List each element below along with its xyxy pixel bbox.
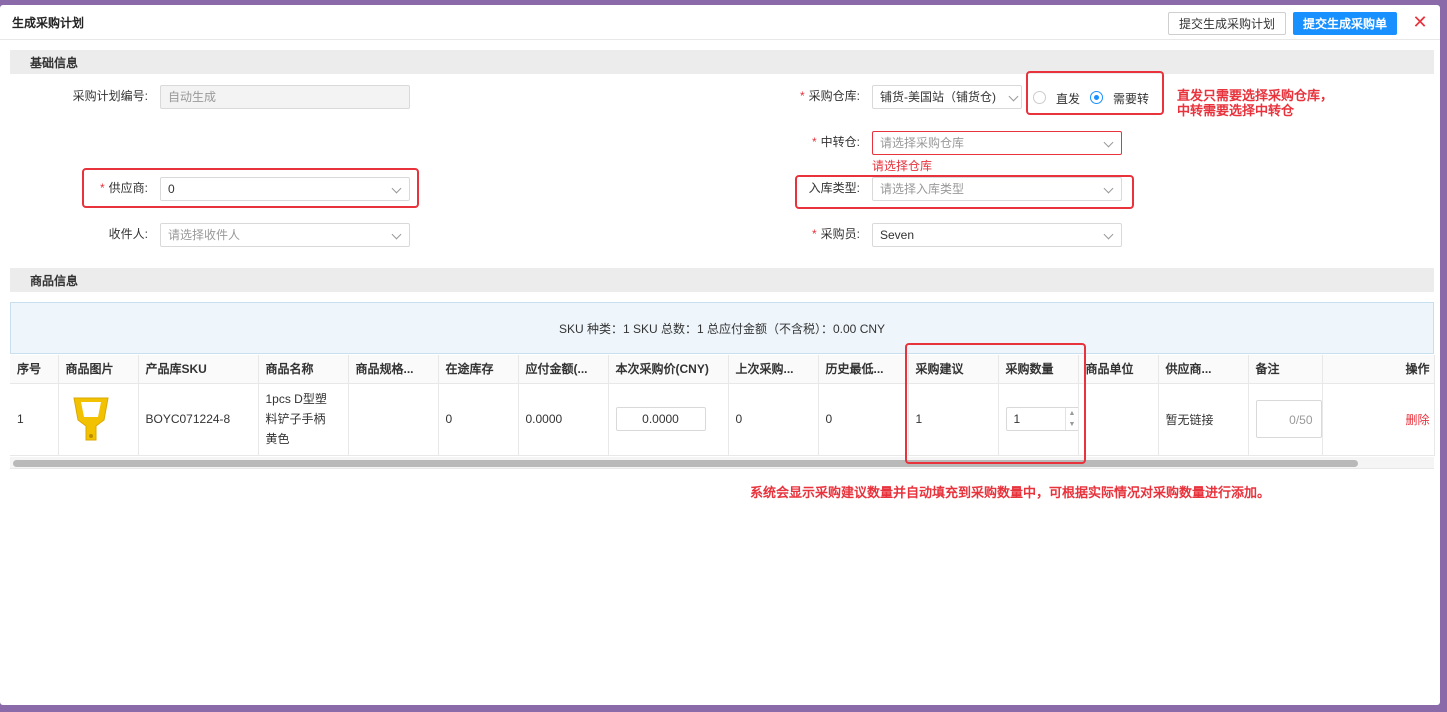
col-header: 序号	[10, 355, 59, 384]
transit-label-text: 中转仓:	[820, 135, 860, 149]
submit-plan-button[interactable]: 提交生成采购计划	[1168, 12, 1286, 35]
plan-no-label: 采购计划编号:	[72, 89, 148, 103]
close-icon[interactable]: ✕	[1411, 11, 1429, 33]
col-header: 应付金额(...	[518, 355, 609, 384]
col-header: 商品规格...	[348, 355, 439, 384]
warehouse-value: 铺货-美国站（铺货仓)	[880, 90, 996, 104]
cell-lowest-price: 0	[818, 383, 909, 456]
note-radio-line1: 直发只需要选择采购仓库，	[1177, 88, 1334, 103]
cell-index: 1	[10, 383, 59, 456]
cell-last-price: 0	[728, 383, 819, 456]
remark-textarea[interactable]: 0/50	[1255, 400, 1321, 438]
cell-payable: 0.0000	[518, 383, 609, 456]
product-image	[72, 397, 109, 440]
chevron-down-icon	[1103, 229, 1114, 240]
col-header: 备注	[1248, 355, 1323, 384]
scrollbar-thumb[interactable]	[13, 460, 1358, 467]
plan-no-field: 自动生成	[160, 85, 410, 109]
note-radio: 直发只需要选择采购仓库， 中转需要选择中转仓	[1177, 88, 1333, 118]
col-header: 商品名称	[258, 355, 349, 384]
required-mark: *	[811, 227, 817, 241]
horizontal-scrollbar[interactable]	[10, 457, 1434, 469]
col-header: 历史最低...	[818, 355, 909, 384]
col-header: 操作	[1322, 355, 1435, 384]
col-header: 供应商...	[1158, 355, 1249, 384]
col-header: 产品库SKU	[138, 355, 259, 384]
buyer-select[interactable]: Seven	[872, 223, 1122, 247]
dialog-titlebar: 生成采购计划 提交生成采购计划 提交生成采购单 ✕	[0, 5, 1440, 40]
transit-label: * 中转仓:	[752, 131, 860, 154]
col-header: 上次采购...	[728, 355, 819, 384]
col-header: 本次采购价(CNY)	[608, 355, 729, 384]
goods-table: 序号 商品图片 产品库SKU 商品名称 商品规格... 在途库存 应付金额(..…	[10, 355, 1435, 456]
price-input[interactable]: 0.0000	[615, 407, 706, 431]
chevron-down-icon	[1008, 91, 1019, 102]
buyer-value: Seven	[880, 228, 915, 242]
purchase-plan-dialog: 生成采购计划 提交生成采购计划 提交生成采购单 ✕ 基础信息 采购计划编号: 自…	[0, 5, 1440, 705]
cell-supplier-link: 暂无链接	[1158, 383, 1249, 456]
chevron-down-icon	[1103, 137, 1114, 148]
section-basic-info: 基础信息	[10, 50, 1434, 74]
cell-unit	[1078, 383, 1159, 456]
warehouse-select[interactable]: 铺货-美国站（铺货仓)	[872, 85, 1022, 109]
table-header-row: 序号 商品图片 产品库SKU 商品名称 商品规格... 在途库存 应付金额(..…	[10, 355, 1435, 384]
warehouse-label-text: 采购仓库:	[808, 89, 860, 103]
required-mark: *	[811, 135, 817, 149]
receiver-placeholder: 请选择收件人	[168, 228, 241, 242]
cell-sku: BOYC071224-8	[138, 383, 259, 456]
cell-action: 删除	[1322, 383, 1435, 456]
cell-image	[58, 383, 139, 456]
cell-price: 0.0000	[608, 383, 729, 456]
cell-spec	[348, 383, 439, 456]
receiver-label: 收件人:	[108, 227, 148, 241]
col-header: 商品图片	[58, 355, 139, 384]
col-header: 在途库存	[438, 355, 519, 384]
highlight-box-inbound	[795, 175, 1134, 209]
highlight-box-radio	[1026, 71, 1164, 115]
col-header: 商品单位	[1078, 355, 1159, 384]
buyer-label-text: 采购员:	[820, 227, 860, 241]
receiver-select[interactable]: 请选择收件人	[160, 223, 410, 247]
table-row: 1 BOYC071224-8 1pcs D型塑料铲子手柄黄色 0 0.0000 …	[10, 383, 1435, 456]
section-goods-info: 商品信息	[10, 268, 1434, 292]
delete-link[interactable]: 删除	[1405, 413, 1429, 427]
note-quantity: 系统会显示采购建议数量并自动填充到采购数量中，可根据实际情况对采购数量进行添加。	[750, 485, 1271, 500]
note-radio-line2: 中转需要选择中转仓	[1177, 103, 1295, 118]
buyer-label: * 采购员:	[752, 223, 860, 246]
cell-product-name: 1pcs D型塑料铲子手柄黄色	[258, 383, 349, 456]
transit-error: 请选择仓库	[872, 159, 933, 173]
chevron-down-icon	[391, 229, 402, 240]
cell-in-transit: 0	[438, 383, 519, 456]
transit-placeholder: 请选择采购仓库	[880, 136, 965, 150]
transit-select[interactable]: 请选择采购仓库	[872, 131, 1122, 155]
required-mark: *	[799, 89, 805, 103]
highlight-box-quantity	[905, 343, 1086, 464]
highlight-box-supplier	[82, 168, 419, 208]
cell-remark: 0/50	[1248, 383, 1323, 456]
dialog-title: 生成采购计划	[12, 15, 85, 30]
submit-order-button[interactable]: 提交生成采购单	[1293, 12, 1397, 35]
warehouse-label: * 采购仓库:	[752, 85, 860, 108]
goods-summary: SKU 种类：1 SKU 总数：1 总应付金额（不含税）：0.00 CNY	[10, 302, 1434, 354]
